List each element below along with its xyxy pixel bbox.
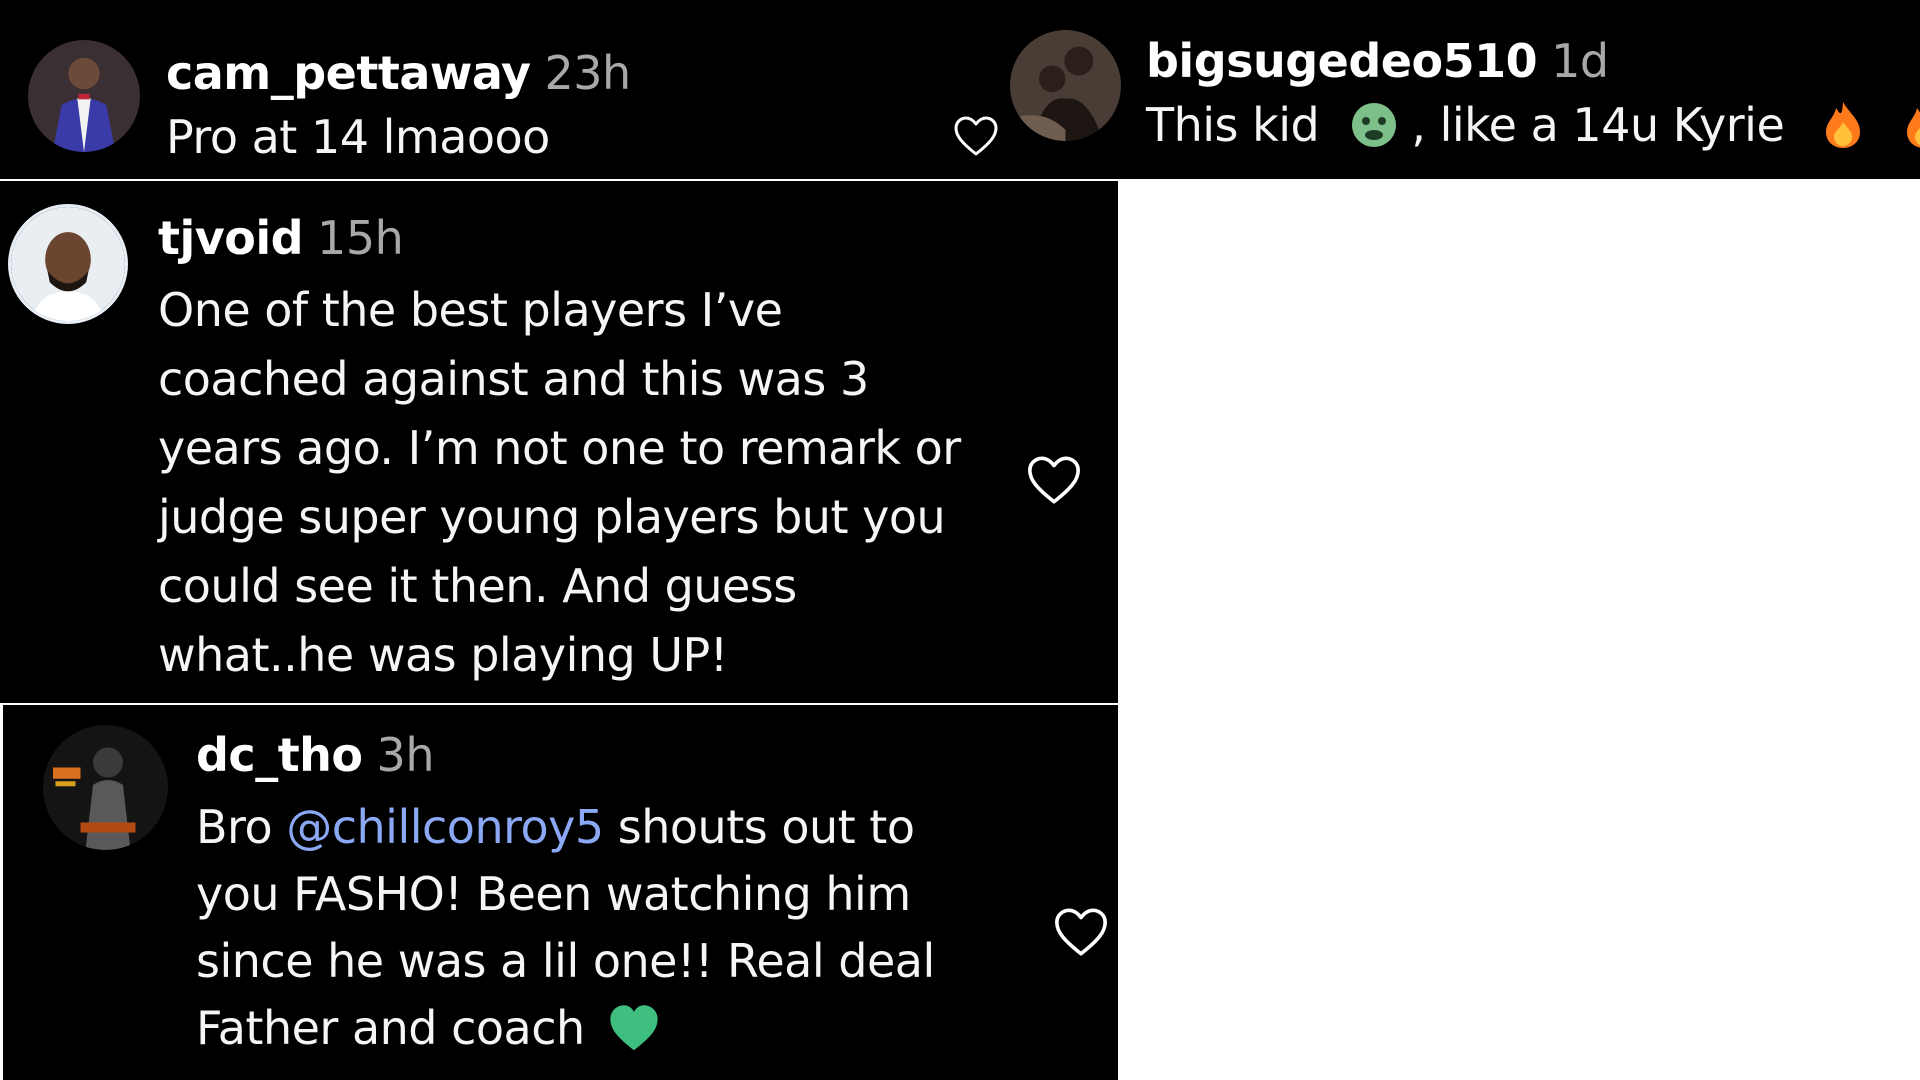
comment-text: Pro at 14 lmaooo [166,103,550,172]
nauseated-face-emoji [1349,100,1399,150]
comment-line: Bro @chillconroy5 shouts out to [196,794,935,861]
comment-line: years ago. I’m not one to remark or [158,421,961,475]
comment-line: since he was a lil one!! Real deal [196,934,935,988]
comment-text: This kid , like a 14u Kyrie [1146,91,1920,160]
comment-header: cam_pettaway 23h [166,48,631,99]
timestamp: 15h [317,211,404,265]
heart-outline-icon[interactable] [1025,453,1083,507]
username[interactable]: tjvoid [158,211,304,265]
comment-header: bigsugedeo510 1d [1146,36,1609,87]
timestamp: 23h [544,46,632,100]
comment-line: what..he was playing UP! [158,628,728,682]
comment-bigsugedeo510: bigsugedeo510 1d This kid , like a 14u Ky… [1000,0,1920,179]
heart-outline-icon[interactable] [1052,905,1110,959]
avatar[interactable] [43,725,168,850]
comment-header: tjvoid 15h [158,211,404,265]
username[interactable]: dc_tho [196,728,363,782]
avatar[interactable] [8,204,128,324]
comment-line: Father and coach [196,995,935,1062]
heart-outline-icon[interactable] [952,112,1000,160]
comment-tjvoid: tjvoid 15h One of the best players I’ve c… [0,181,1118,703]
timestamp: 1d [1551,34,1609,88]
mention-link[interactable]: @chillconroy5 [286,800,604,854]
comment-line: judge super young players but you [158,490,946,544]
comment-line: coached against and this was 3 [158,352,869,406]
comment-line: you FASHO! Been watching him [196,867,911,921]
username[interactable]: bigsugedeo510 [1146,34,1538,88]
comment-line: , like a 14u Kyrie [1411,98,1785,152]
avatar[interactable] [28,40,140,152]
fire-emoji [1903,100,1920,150]
comment-line: Pro at 14 lmaooo [166,110,550,164]
fire-emoji [1822,100,1864,150]
comment-header: dc_tho 3h [196,730,434,781]
timestamp: 3h [376,728,435,782]
comment-text: One of the best players I’ve coached aga… [158,276,961,690]
username[interactable]: cam_pettaway [166,46,531,100]
avatar[interactable] [1010,30,1121,141]
comment-cam-pettaway: cam_pettaway 23h Pro at 14 lmaooo [0,0,1000,179]
comment-text-segment: shouts out to [603,800,915,854]
comment-dc-tho: dc_tho 3h Bro @chillconroy5 shouts out to… [3,705,1118,1080]
comment-text-segment: Bro [196,800,287,854]
comment-line: could see it then. And guess [158,559,797,613]
comment-line: One of the best players I’ve [158,283,783,337]
comment-line: This kid [1146,98,1320,152]
green-heart-emoji [607,1003,661,1053]
comment-text-segment: Father and coach [196,1001,585,1055]
comment-text: Bro @chillconroy5 shouts out to you FASH… [196,794,935,1062]
